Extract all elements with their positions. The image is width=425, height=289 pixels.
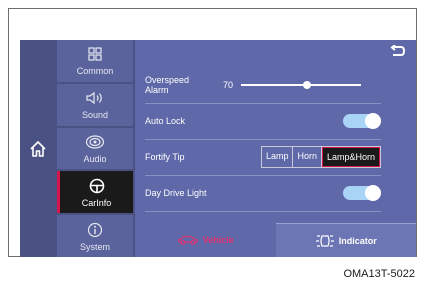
daydrive-toggle[interactable] [343,185,381,201]
overspeed-row: Overspeed Alarm 70 [145,67,381,104]
daydrive-row: Day Drive Light [145,175,381,212]
toggle-knob [365,185,381,201]
home-button[interactable] [20,40,55,257]
slider-knob[interactable] [303,81,312,89]
fortify-option-horn[interactable]: Horn [293,147,322,167]
menu-item-common[interactable]: Common [57,40,133,82]
tab-vehicle-label: Vehicle [202,235,234,245]
tab-vehicle[interactable]: Vehicle [135,223,276,257]
autolock-label: Auto Lock [145,116,186,126]
menu-label-common: Common [76,66,114,77]
daydrive-label: Day Drive Light [145,188,207,198]
menu-item-sound[interactable]: Sound [57,83,133,126]
menu-label-system: System [79,241,110,252]
fortify-label: Fortify Tip [145,152,185,162]
indicator-icon [315,234,334,247]
tab-indicator-label: Indicator [338,235,377,246]
fortify-selector: Lamp Horn Lamp&Horn [260,146,381,168]
menu-label-sound: Sound [81,110,109,121]
fortify-option-lamp[interactable]: Lamp [261,147,294,167]
grid-icon [88,45,102,63]
bottom-tabs: Vehicle Indicator [135,223,416,257]
car-icon [177,235,198,245]
figure-caption: OMA13T-5022 [343,268,415,280]
overspeed-slider[interactable] [241,79,362,91]
autolock-row: Auto Lock [145,103,381,140]
settings-menu: Common Sound Audio CarInfo System [57,40,133,257]
fortify-option-lamp-horn[interactable]: Lamp&Horn [321,147,380,167]
menu-item-system[interactable]: System [57,215,133,257]
audio-icon [85,133,105,151]
menu-label-carinfo: CarInfo [81,197,112,208]
fortify-row: Fortify Tip Lamp Horn Lamp&Horn [145,139,381,176]
menu-item-audio[interactable]: Audio [57,127,133,170]
back-button[interactable] [390,44,406,62]
overspeed-label: Overspeed Alarm [145,75,190,95]
info-icon [87,221,103,239]
steering-wheel-icon [89,177,105,195]
carinfo-panel: Overspeed Alarm 70 Auto Lock Fortify Tip… [135,40,416,257]
menu-item-carinfo[interactable]: CarInfo [57,171,133,214]
back-icon [390,44,406,56]
toggle-knob [365,113,381,129]
overspeed-value: 70 [223,80,234,90]
menu-label-audio: Audio [83,153,107,164]
tab-indicator[interactable]: Indicator [275,223,416,257]
head-unit-screen: Common Sound Audio CarInfo System Oversp… [20,40,416,257]
speaker-icon [86,89,104,107]
home-icon [29,140,46,157]
autolock-toggle[interactable] [343,113,381,129]
slider-track [241,84,362,86]
